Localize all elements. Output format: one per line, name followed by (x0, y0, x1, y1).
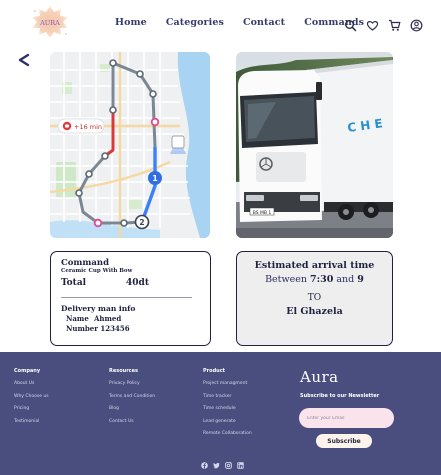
eta-range: Between 7:30 and 9 (237, 274, 392, 285)
driver-name-value: Ahmed (94, 314, 122, 323)
driver-number: Number 123456 (66, 324, 130, 333)
total-label: Total (61, 278, 87, 288)
footer-link[interactable]: Remote Collaboration (203, 431, 252, 436)
social-links (201, 454, 244, 469)
newsletter-title: Subscribe to our Newsletter (300, 393, 380, 399)
email-input[interactable] (299, 408, 394, 428)
command-product: Ceramic Cup With Bow (61, 268, 133, 274)
footer-link[interactable]: About Us (14, 381, 49, 386)
eta-card: Estimated arrival time Between 7:30 and … (236, 251, 393, 346)
footer: Company About Us Why Choose us Pricing T… (0, 352, 441, 475)
delay-badge: +16 min (57, 118, 105, 134)
nav-home[interactable]: Home (115, 17, 147, 28)
footer-link[interactable]: Lead generate (203, 419, 252, 424)
delivery-title: Delivery man info (61, 304, 136, 313)
footer-link[interactable]: Testimonial (14, 419, 49, 424)
eta-destination: El Ghazela (286, 306, 343, 317)
truck-image: C H E BS MB 1 (236, 52, 393, 238)
footer-link[interactable]: Time schedule (203, 406, 252, 411)
eta-title: Estimated arrival time (254, 260, 375, 271)
chevron-left-icon[interactable] (16, 52, 32, 68)
footer-link[interactable]: Terms and Condition (109, 394, 155, 399)
footer-col-title: Company (14, 368, 41, 374)
subscribe-button[interactable]: Subscribe (316, 434, 372, 448)
footer-link[interactable]: Contact Us (109, 419, 155, 424)
total-value: 40dt (126, 278, 149, 288)
footer-col-title: Product (203, 368, 226, 374)
footer-link[interactable]: Privacy Policy (109, 381, 155, 386)
instagram-icon[interactable] (225, 454, 232, 469)
footer-link[interactable]: Project managment (203, 381, 252, 386)
delay-badge-text: +16 min (74, 123, 102, 131)
twitter-icon[interactable] (213, 454, 220, 469)
header: AURA Home Categories Contact Commands (0, 0, 441, 48)
route-map[interactable]: +16 min 1 2 (50, 52, 210, 238)
footer-col-resources: Resources Privacy Policy Terms and Condi… (109, 368, 155, 431)
driver-name-label: Name (66, 314, 89, 323)
eta-to-label: TO (307, 293, 322, 303)
command-title: Command (61, 258, 110, 268)
divider (61, 297, 192, 298)
header-icons (344, 17, 423, 32)
marker-1-label: 1 (152, 174, 158, 183)
marker-2-label: 2 (139, 218, 144, 227)
linkedin-icon[interactable] (237, 454, 244, 469)
facebook-icon[interactable] (201, 454, 208, 469)
svg-text:BS MB 1: BS MB 1 (253, 210, 272, 216)
eta-from-time: 7:30 (310, 274, 334, 285)
eta-to-time: 9 (357, 274, 364, 285)
footer-link[interactable]: Why Choose us (14, 394, 49, 399)
footer-col-title: Resources (109, 368, 139, 374)
user-icon[interactable] (410, 17, 423, 32)
footer-link[interactable]: Pricing (14, 406, 49, 411)
main-nav: Home Categories Contact Commands (115, 17, 383, 28)
footer-link[interactable]: Blog (109, 406, 155, 411)
nav-contact[interactable]: Contact (243, 17, 285, 28)
footer-brand: Aura (300, 368, 339, 386)
nav-categories[interactable]: Categories (166, 17, 224, 28)
footer-link[interactable]: Time tracker (203, 394, 252, 399)
logo-text: AURA (39, 19, 60, 27)
eta-and: and (336, 274, 355, 285)
command-card: Command Ceramic Cup With Bow Total 40dt … (50, 251, 211, 346)
footer-col-product: Product Project managment Time tracker T… (203, 368, 252, 444)
aura-logo[interactable]: AURA (28, 4, 72, 40)
search-icon[interactable] (344, 17, 357, 32)
cart-icon[interactable] (388, 17, 401, 31)
footer-col-company: Company About Us Why Choose us Pricing T… (14, 368, 49, 431)
eta-between: Between (265, 274, 307, 285)
heart-icon[interactable] (366, 17, 379, 31)
